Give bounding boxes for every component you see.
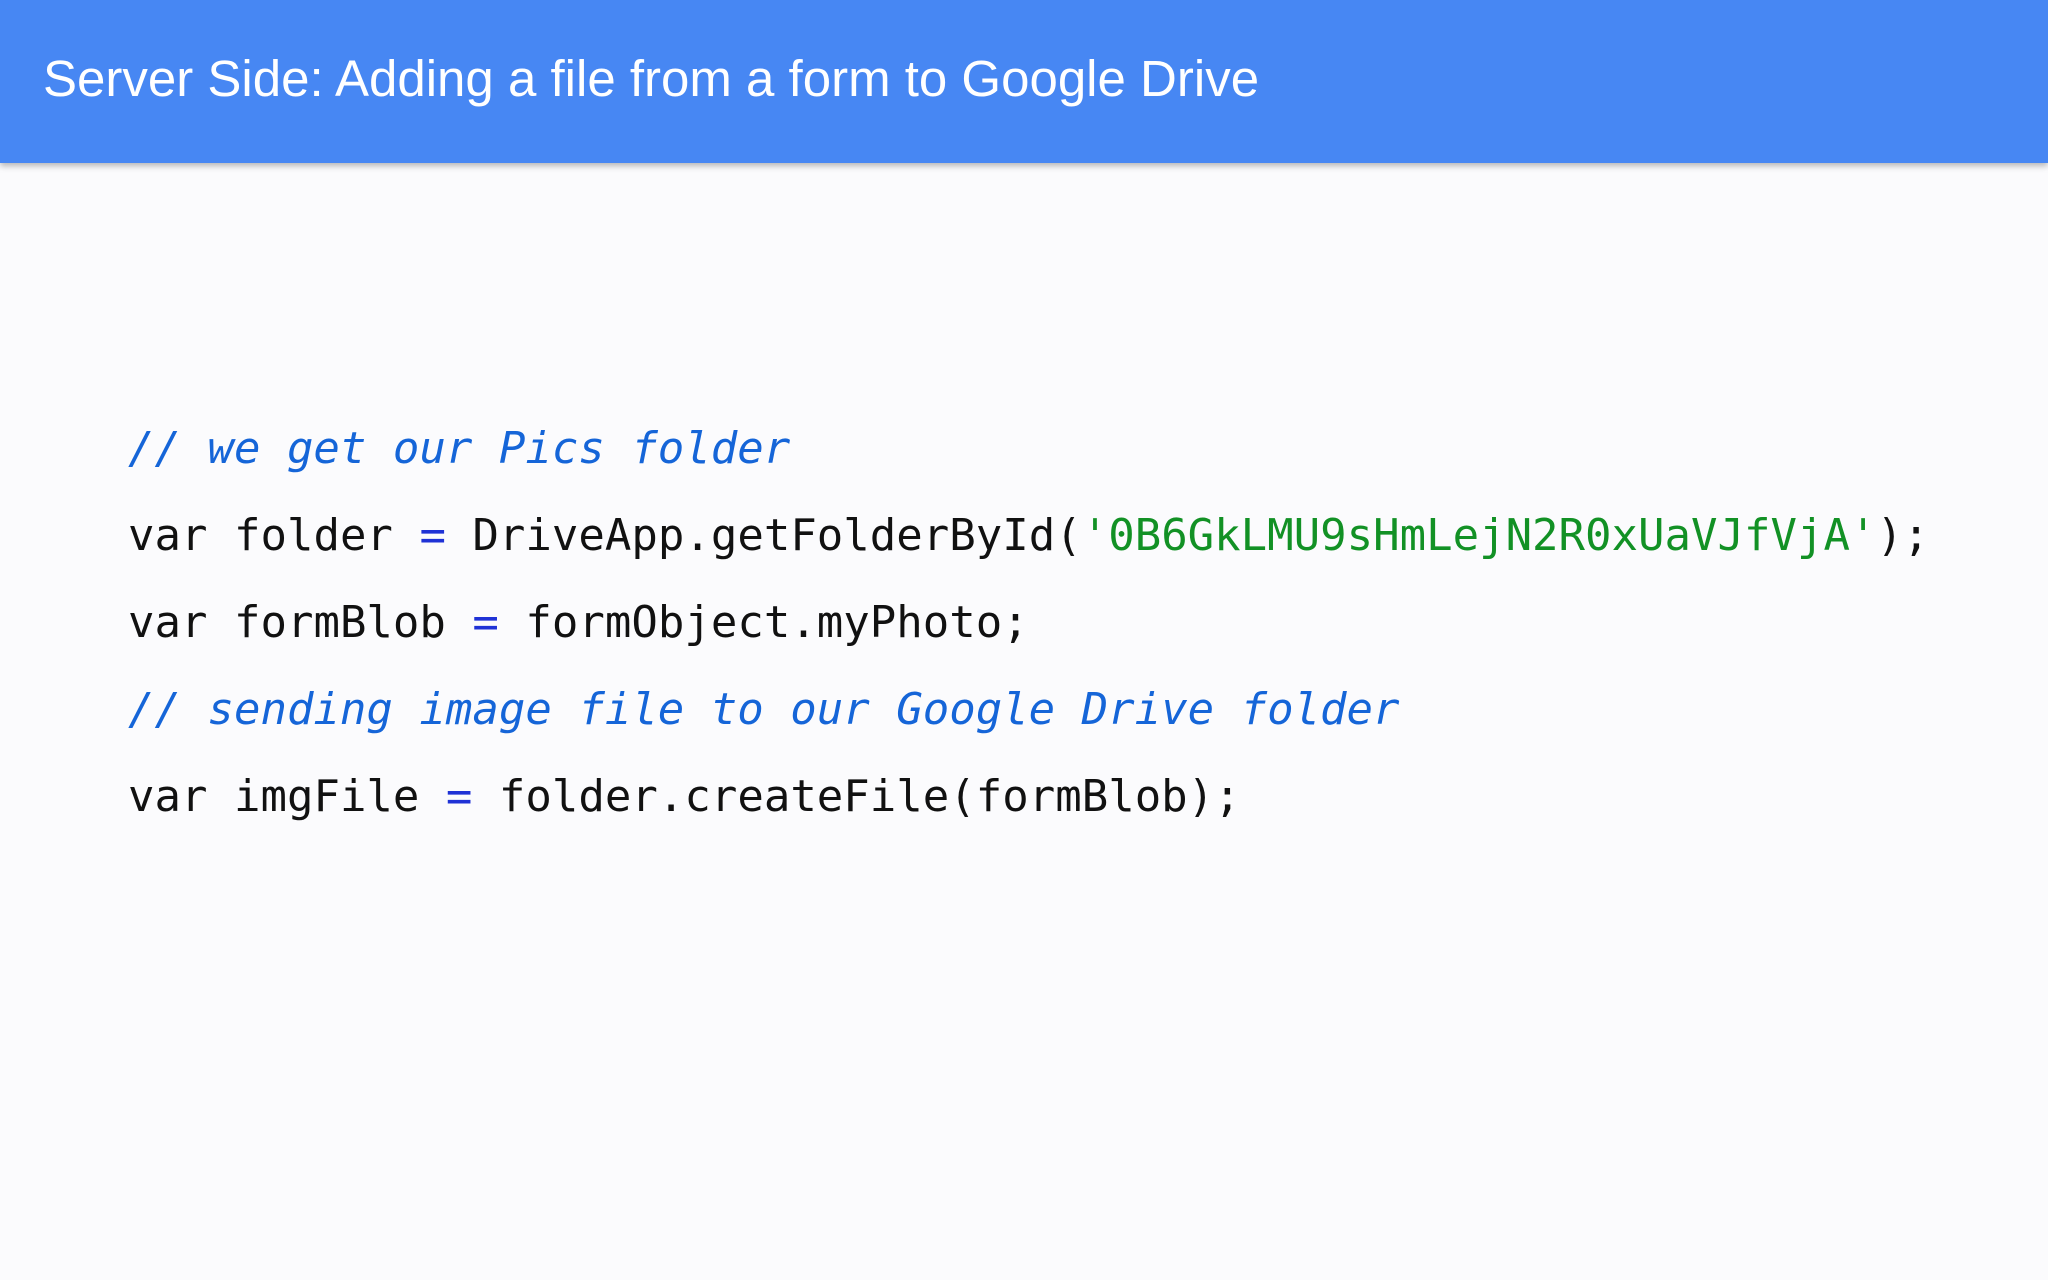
code-string: '0B6GkLMU9sHmLejN2R0xUaVJfVjA' (1081, 510, 1877, 561)
code-line-5: var imgFile = folder.createFile(formBlob… (128, 753, 2028, 840)
code-comment: // sending image file to our Google Driv… (128, 684, 1400, 735)
slide-header: Server Side: Adding a file from a form t… (0, 0, 2048, 163)
slide: Server Side: Adding a file from a form t… (0, 0, 2048, 1280)
code-line-3: var formBlob = formObject.myPhoto; (128, 579, 2028, 666)
code-keyword: var (128, 771, 208, 822)
code-call-end: ); (1876, 510, 1930, 561)
code-keyword: var (128, 510, 208, 561)
code-expression: formObject.myPhoto; (525, 597, 1029, 648)
code-comment: // we get our Pics folder (128, 423, 791, 474)
code-block: // we get our Pics folder var folder = D… (128, 405, 2028, 840)
code-operator: = (445, 771, 473, 822)
code-variable: imgFile (233, 771, 420, 822)
code-line-2: var folder = DriveApp.getFolderById('0B6… (128, 492, 2028, 579)
code-variable: formBlob (233, 597, 446, 648)
code-variable: folder (233, 510, 393, 561)
slide-title: Server Side: Adding a file from a form t… (43, 50, 1260, 107)
code-operator: = (419, 510, 446, 561)
code-line-1: // we get our Pics folder (128, 405, 2028, 492)
code-line-4: // sending image file to our Google Driv… (128, 666, 2028, 753)
code-call-start: DriveApp.getFolderById( (472, 510, 1082, 561)
code-keyword: var (128, 597, 208, 648)
code-expression: folder.createFile(formBlob); (498, 771, 1241, 822)
code-operator: = (472, 597, 499, 648)
